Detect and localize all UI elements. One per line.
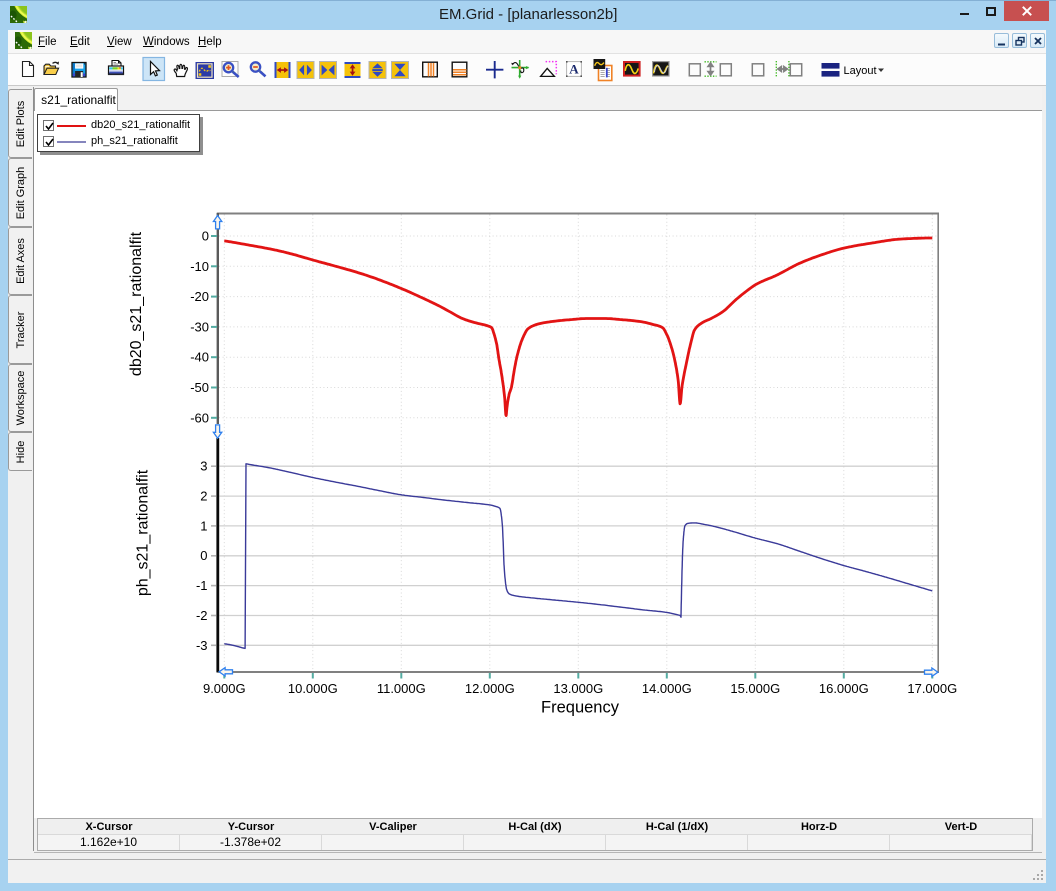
svg-text:Layout: Layout <box>844 65 877 77</box>
svg-text:A: A <box>569 62 579 77</box>
